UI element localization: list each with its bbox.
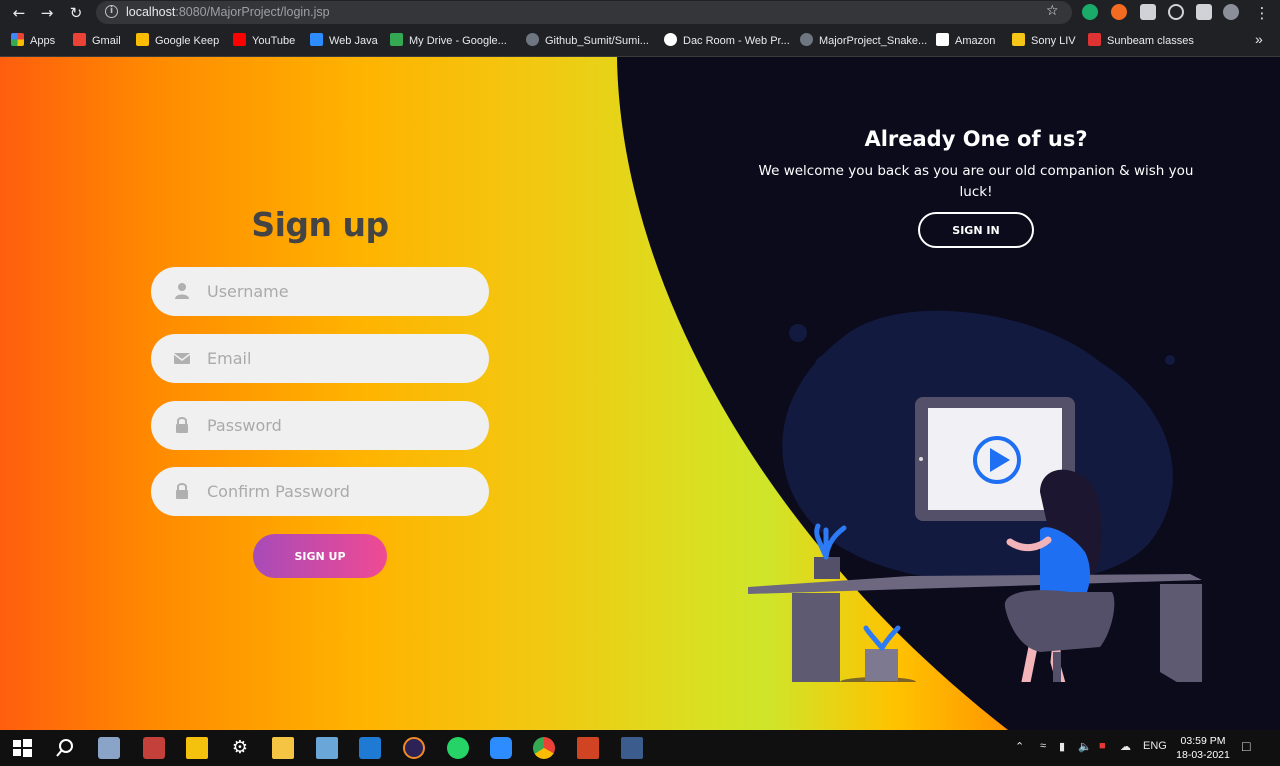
password-field[interactable] xyxy=(151,401,489,450)
bookmark-github-sumit[interactable]: Github_Sumit/Sumi... xyxy=(526,33,649,49)
whatsapp-icon[interactable] xyxy=(447,737,469,759)
desk-illustration xyxy=(748,310,1202,682)
bookmark-amazon[interactable]: Amazon xyxy=(936,33,995,49)
mysql-workbench-icon[interactable] xyxy=(621,737,643,759)
clock-date: 18-03-2021 xyxy=(1176,749,1230,761)
menu-kebab-icon[interactable]: ⋮ xyxy=(1252,3,1272,23)
chrome-icon[interactable] xyxy=(533,737,555,759)
signup-button[interactable]: SIGN UP xyxy=(253,534,387,578)
user-icon xyxy=(175,283,189,299)
bookmark-dac-room[interactable]: Dac Room - Web Pr... xyxy=(664,33,790,49)
windows-taskbar: ⚙ ⌃ ≈ ▮ 🔈 ■ ☁ ENG 03:59 PM 18-03-2021 □ xyxy=(0,730,1280,766)
zoom-icon xyxy=(310,33,323,46)
login-page: Sign up SIGN UP Already One of us? We we… xyxy=(0,57,1280,730)
apps-grid-icon xyxy=(11,33,24,46)
username-field[interactable] xyxy=(151,267,489,316)
notifications-icon[interactable]: □ xyxy=(1242,738,1250,754)
bookmark-web-java[interactable]: Web Java xyxy=(310,33,378,49)
grammarly-extension-icon[interactable] xyxy=(1082,4,1098,20)
forward-icon[interactable]: → xyxy=(37,3,57,23)
camera-extension-icon[interactable] xyxy=(1140,4,1156,20)
vscode-icon[interactable] xyxy=(359,737,381,759)
profile-avatar[interactable] xyxy=(1223,4,1239,20)
keep-icon xyxy=(136,33,149,46)
signin-button[interactable]: SIGN IN xyxy=(918,212,1034,248)
signup-title: Sign up xyxy=(251,205,389,244)
sunbeam-icon xyxy=(1088,33,1101,46)
language-indicator[interactable]: ENG xyxy=(1143,740,1167,752)
lock-icon xyxy=(176,417,188,433)
extension-icon[interactable] xyxy=(1111,4,1127,20)
password-input[interactable] xyxy=(205,401,475,450)
eclipse-icon[interactable] xyxy=(403,737,425,759)
signin-heading: Already One of us? xyxy=(864,127,1088,151)
react-devtools-icon[interactable] xyxy=(1168,4,1184,20)
address-bar[interactable]: i localhost:8080/MajorProject/login.jsp … xyxy=(96,1,1072,24)
bookmark-my-drive[interactable]: My Drive - Google... xyxy=(390,33,507,49)
signin-welcome-text: We welcome you back as you are our old c… xyxy=(758,163,1194,200)
tray-chevron-up-icon[interactable]: ⌃ xyxy=(1015,740,1024,753)
settings-gear-icon[interactable]: ⚙ xyxy=(229,737,251,759)
envelope-icon xyxy=(173,353,191,364)
volume-icon[interactable]: 🔈 xyxy=(1078,740,1092,753)
checkmark-icon xyxy=(1012,33,1025,46)
bookmark-majorproject[interactable]: MajorProject_Snake... xyxy=(800,33,927,49)
url-text[interactable]: localhost:8080/MajorProject/login.jsp xyxy=(126,5,330,19)
powerpoint-icon[interactable] xyxy=(577,737,599,759)
confirm-password-field[interactable] xyxy=(151,467,489,516)
file-explorer-icon[interactable] xyxy=(272,737,294,759)
username-input[interactable] xyxy=(205,267,475,316)
battery-icon[interactable]: ▮ xyxy=(1059,740,1065,753)
leaf-icon xyxy=(664,33,677,46)
confirm-password-input[interactable] xyxy=(205,467,475,516)
info-icon[interactable]: i xyxy=(105,5,118,18)
bookmarks-overflow[interactable]: » xyxy=(1255,31,1263,47)
clock[interactable]: 03:59 PM 18-03-2021 xyxy=(1171,734,1235,762)
bookmark-star-icon[interactable]: ☆ xyxy=(1046,3,1059,19)
windows-start-icon[interactable] xyxy=(11,737,33,759)
camera-app-icon[interactable] xyxy=(98,737,120,759)
bookmark-apps[interactable]: Apps xyxy=(11,33,55,49)
bookmark-youtube[interactable]: YouTube xyxy=(233,33,295,49)
bookmark-sunbeam[interactable]: Sunbeam classes xyxy=(1088,33,1194,49)
bookmarks-bar: Apps Gmail Google Keep YouTube Web Java … xyxy=(0,25,1280,57)
browser-toolbar: ← → ↻ i localhost:8080/MajorProject/logi… xyxy=(0,0,1280,25)
zoom-app-icon[interactable] xyxy=(490,737,512,759)
bookmark-gmail[interactable]: Gmail xyxy=(73,33,121,49)
onedrive-cloud-icon[interactable]: ☁ xyxy=(1120,740,1131,753)
github-icon xyxy=(526,33,539,46)
youtube-icon xyxy=(233,33,246,46)
gmail-icon xyxy=(73,33,86,46)
virtualbox-icon[interactable] xyxy=(316,737,338,759)
amazon-icon xyxy=(936,33,949,46)
extensions-puzzle-icon[interactable] xyxy=(1196,4,1212,20)
github-icon xyxy=(800,33,813,46)
lock-icon xyxy=(176,483,188,499)
snipping-tool-icon[interactable] xyxy=(143,737,165,759)
drive-icon xyxy=(390,33,403,46)
email-input[interactable] xyxy=(205,334,475,383)
bookmark-sony-liv[interactable]: Sony LIV xyxy=(1012,33,1076,49)
search-icon[interactable] xyxy=(54,737,76,759)
back-icon[interactable]: ← xyxy=(9,3,29,23)
clock-time: 03:59 PM xyxy=(1180,735,1226,747)
wifi-icon[interactable]: ≈ xyxy=(1040,740,1046,752)
reload-icon[interactable]: ↻ xyxy=(66,3,86,23)
email-field[interactable] xyxy=(151,334,489,383)
mcafee-icon[interactable]: ■ xyxy=(1099,740,1106,752)
sticky-notes-icon[interactable] xyxy=(186,737,208,759)
bookmark-google-keep[interactable]: Google Keep xyxy=(136,33,219,49)
